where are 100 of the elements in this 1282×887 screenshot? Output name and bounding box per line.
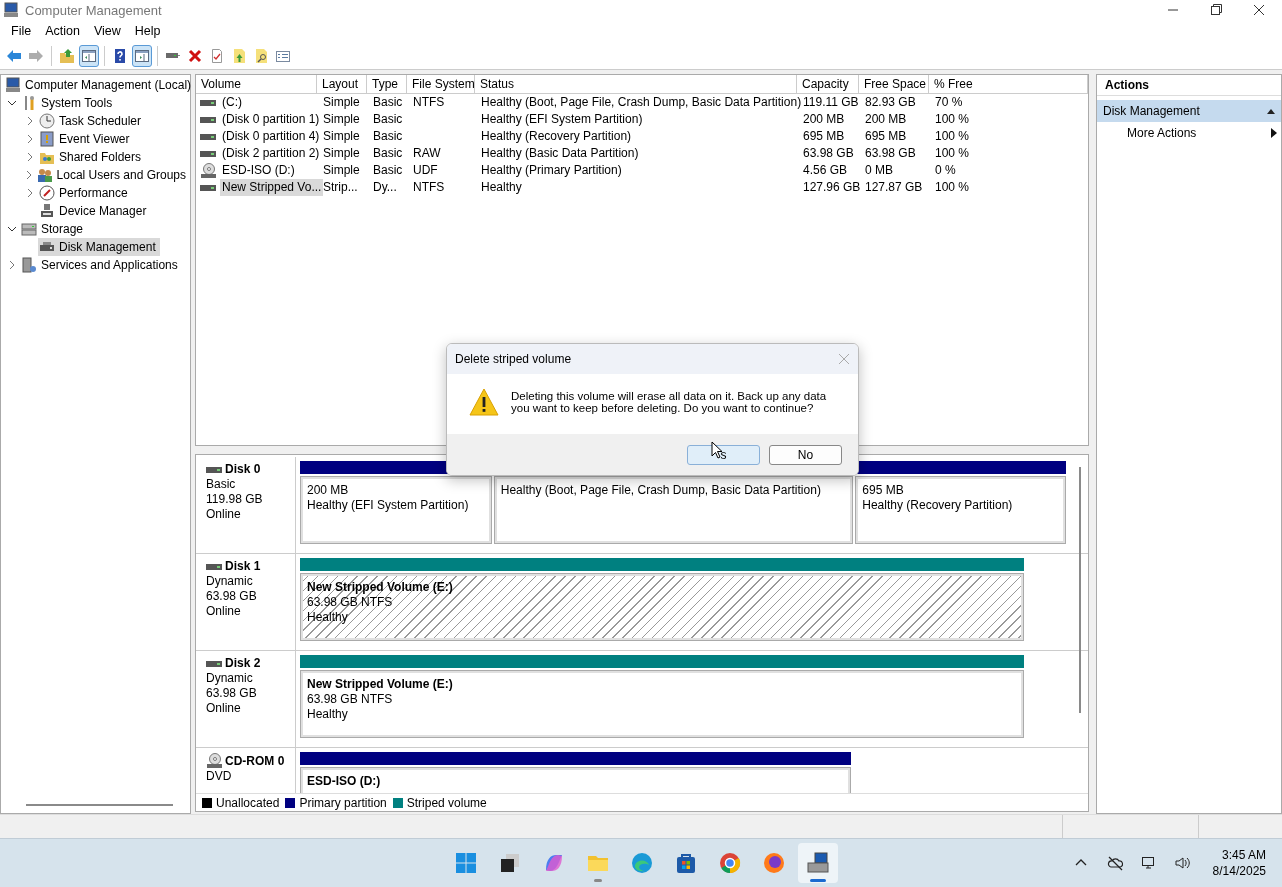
table-cell[interactable]: (Disk 2 partition 2) <box>220 145 322 162</box>
disk-type: DVD <box>206 769 233 784</box>
toolbar-button[interactable] <box>132 44 152 67</box>
disk-type: Basic <box>206 477 237 492</box>
tree-item[interactable]: Local Users and Groups <box>35 166 190 184</box>
table-cell: 0 MB <box>865 162 893 179</box>
table-cell[interactable]: New Stripped Vo... <box>220 179 324 196</box>
partition-box[interactable]: New Stripped Volume (E:) 63.98 GB NTFS Healthy <box>300 670 1024 738</box>
chevron-down-icon[interactable] <box>7 224 17 234</box>
table-cell[interactable]: (C:) <box>220 94 244 111</box>
partition-box[interactable]: 695 MB Healthy (Recovery Partition) <box>855 476 1066 544</box>
taskbar-button[interactable] <box>798 843 838 883</box>
tree-item[interactable]: Event Viewer <box>38 130 134 148</box>
clock-time[interactable]: 3:45 AM <box>1221 847 1266 863</box>
menu-item[interactable]: Action <box>38 22 87 40</box>
table-cell: 127.96 GB <box>803 179 861 196</box>
tree-item[interactable]: Performance <box>38 184 132 202</box>
tree-item[interactable]: Shared Folders <box>38 148 146 166</box>
action-group-header[interactable]: Disk Management <box>1097 100 1281 122</box>
document-arrow-icon <box>231 47 247 64</box>
partition-info: 63.98 GB NTFS <box>307 595 393 610</box>
menu-item[interactable]: Help <box>127 22 168 40</box>
column-header[interactable]: Capacity <box>797 75 859 94</box>
table-cell: 100 % <box>935 145 970 162</box>
partition-box[interactable]: Healthy (Boot, Page File, Crash Dump, Basic Data Partition) <box>493 476 854 544</box>
chevron-down-icon[interactable] <box>7 98 17 108</box>
table-cell: RAW <box>413 145 441 162</box>
partition-box[interactable]: New Stripped Volume (E:) 63.98 GB NTFS Healthy <box>300 573 1024 641</box>
table-cell: NTFS <box>413 179 445 196</box>
table-cell: Strip... <box>323 179 358 196</box>
partition-box[interactable]: ESD-ISO (D:) <box>300 767 851 793</box>
tree-item[interactable]: Disk Management <box>38 238 160 256</box>
dialog-button[interactable]: No <box>769 445 842 465</box>
column-header[interactable]: Layout <box>317 75 367 94</box>
disc-icon <box>200 162 216 179</box>
drive-icon <box>200 149 216 158</box>
table-cell: 0 % <box>935 162 956 179</box>
tree-item[interactable]: Task Scheduler <box>38 112 146 130</box>
table-cell: 127.87 GB <box>865 179 923 196</box>
app-icon <box>3 2 19 18</box>
partition-box[interactable]: 200 MB Healthy (EFI System Partition) <box>300 476 492 544</box>
window-title: Computer Management <box>25 2 162 18</box>
table-cell: 695 MB <box>803 128 845 145</box>
volume-icon[interactable] <box>1174 855 1191 871</box>
tree-item[interactable]: Storage <box>20 220 88 238</box>
chevron-right-icon[interactable] <box>25 134 35 144</box>
disk-status: Online <box>206 701 242 716</box>
tree-item[interactable]: Device Manager <box>38 202 151 220</box>
scrollbar-thumb[interactable] <box>26 804 173 806</box>
drive-icon <box>200 98 216 107</box>
table-cell[interactable]: (Disk 0 partition 4) <box>220 128 322 145</box>
action-link[interactable]: More Actions <box>1127 126 1197 140</box>
clock-date[interactable]: 8/14/2025 <box>1212 863 1266 879</box>
table-cell: Simple <box>323 111 360 128</box>
disk-name: Disk 2 <box>225 656 261 671</box>
server-icon <box>21 257 37 273</box>
monitor-icon[interactable] <box>1140 855 1157 871</box>
dialog-button[interactable]: s <box>687 445 760 465</box>
table-cell: 70 % <box>935 94 963 111</box>
disk-name: Disk 1 <box>225 559 261 574</box>
scrollbar-thumb[interactable] <box>1079 467 1081 713</box>
menu-item[interactable]: View <box>86 22 128 40</box>
computer-icon <box>5 77 21 93</box>
menu-item[interactable]: File <box>4 22 39 40</box>
table-cell: Healthy <box>481 179 522 196</box>
maximize-icon[interactable] <box>1209 3 1223 17</box>
table-cell: Simple <box>323 145 360 162</box>
disk-type: Dynamic <box>206 574 254 589</box>
toolbar-button[interactable] <box>79 44 99 67</box>
panel-title: Actions <box>1097 75 1281 96</box>
table-cell: 100 % <box>935 128 970 145</box>
drive-icon <box>200 183 216 192</box>
event-log-icon <box>39 131 55 147</box>
table-cell[interactable]: (Disk 0 partition 1) <box>220 111 322 128</box>
windows-stack-icon <box>498 851 522 875</box>
tree-item[interactable]: System Tools <box>20 94 117 112</box>
collapse-triangle-icon[interactable] <box>1267 108 1275 114</box>
close-icon[interactable] <box>1252 3 1266 17</box>
partition-info: 63.98 GB NTFS <box>307 692 393 707</box>
column-header[interactable]: Type <box>367 75 407 94</box>
disk-size: 119.98 GB <box>206 492 264 507</box>
table-cell: 119.11 GB <box>803 94 859 111</box>
chevron-right-icon[interactable] <box>25 152 35 162</box>
partition-info: 695 MB <box>862 483 904 498</box>
computer-icon <box>806 851 830 875</box>
table-cell[interactable]: ESD-ISO (D:) <box>220 162 297 179</box>
column-header[interactable]: File System <box>407 75 475 94</box>
chevron-right-icon[interactable] <box>7 260 17 270</box>
browser-icon <box>718 851 742 875</box>
chevron-right-icon[interactable] <box>25 116 35 126</box>
cloud-off-icon[interactable] <box>1106 855 1123 871</box>
partition-info: Healthy (EFI System Partition) <box>307 498 469 513</box>
column-header[interactable]: Status <box>475 75 797 94</box>
column-header[interactable]: Volume <box>196 75 317 94</box>
chevron-right-icon[interactable] <box>25 188 35 198</box>
partition-info: Healthy (Boot, Page File, Crash Dump, Basic Data Partition) <box>500 483 821 498</box>
column-header[interactable]: Free Space <box>859 75 929 94</box>
tree-item[interactable]: Services and Applications <box>20 256 182 274</box>
column-header[interactable]: % Free <box>929 75 1088 94</box>
tree-item[interactable]: Computer Management (Local) <box>4 76 196 94</box>
